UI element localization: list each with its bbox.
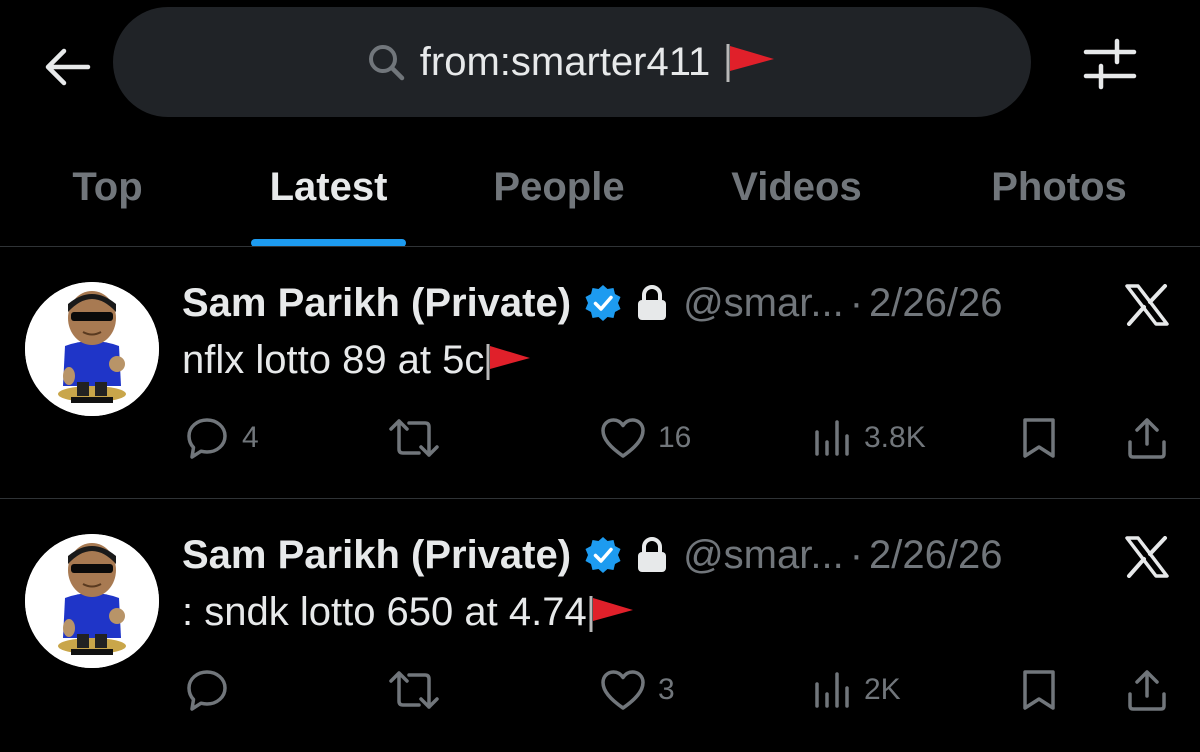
tweet-text-row[interactable]: nflx lotto 89 at 5c bbox=[182, 338, 534, 383]
separator-dot: · bbox=[849, 280, 864, 325]
verified-badge-icon bbox=[583, 283, 623, 323]
like-button[interactable]: 16 bbox=[600, 410, 691, 466]
author-name[interactable]: Sam Parikh (Private) bbox=[182, 281, 571, 326]
tweet-text-row[interactable]: : sndk lotto 650 at 4.74 bbox=[182, 590, 637, 635]
like-icon bbox=[601, 418, 645, 458]
view-count: 3.8K bbox=[864, 421, 926, 454]
tweet-actions: 4 16 3.8K bbox=[0, 410, 1200, 466]
red-flag-icon bbox=[589, 595, 633, 632]
tabs-divider bbox=[0, 246, 1200, 247]
avatar[interactable] bbox=[25, 534, 159, 668]
author-name[interactable]: Sam Parikh (Private) bbox=[182, 533, 571, 578]
x-logo-icon[interactable] bbox=[1122, 280, 1172, 330]
repost-button[interactable] bbox=[387, 410, 453, 466]
views-button[interactable]: 2K bbox=[812, 662, 901, 718]
separator-dot: · bbox=[849, 532, 864, 577]
like-icon bbox=[601, 670, 645, 710]
like-button[interactable]: 3 bbox=[600, 662, 675, 718]
tweet-header: Sam Parikh (Private) @smar... · 2/26/26 bbox=[182, 530, 1002, 580]
search-filter-button[interactable] bbox=[1080, 36, 1140, 92]
like-count: 3 bbox=[658, 673, 675, 706]
search-content: from:smarter411 bbox=[366, 40, 778, 85]
repost-button[interactable] bbox=[387, 662, 453, 718]
tweet-divider bbox=[0, 498, 1200, 499]
tweet-date[interactable]: 2/26/26 bbox=[869, 533, 1002, 578]
search-bar[interactable]: from:smarter411 bbox=[113, 7, 1031, 117]
like-count: 16 bbox=[658, 421, 692, 454]
reply-button[interactable] bbox=[184, 662, 242, 718]
share-button[interactable] bbox=[1126, 662, 1168, 718]
lock-icon bbox=[635, 536, 669, 574]
tab-latest[interactable]: Latest bbox=[240, 135, 417, 239]
tweet[interactable]: Sam Parikh (Private) @smar... · 2/26/26 … bbox=[0, 502, 1200, 752]
author-handle[interactable]: @smar... bbox=[683, 533, 844, 578]
verified-badge-icon bbox=[583, 535, 623, 575]
search-tabs: Top Latest People Videos Photos bbox=[0, 135, 1200, 247]
tweet-text: nflx lotto 89 at 5c bbox=[182, 338, 485, 382]
share-icon bbox=[1128, 418, 1166, 459]
tab-videos[interactable]: Videos bbox=[705, 135, 888, 239]
reply-button[interactable]: 4 bbox=[184, 410, 259, 466]
avatar[interactable] bbox=[25, 282, 159, 416]
red-flag-icon bbox=[486, 343, 531, 380]
share-button[interactable] bbox=[1126, 410, 1168, 466]
filter-sliders-icon bbox=[1083, 38, 1137, 90]
lock-icon bbox=[635, 284, 669, 322]
repost-icon bbox=[389, 419, 439, 457]
author-handle[interactable]: @smar... bbox=[683, 281, 844, 326]
bookmark-icon bbox=[1023, 418, 1055, 458]
tweet-header: Sam Parikh (Private) @smar... · 2/26/26 bbox=[182, 278, 1002, 328]
x-logo-icon[interactable] bbox=[1122, 532, 1172, 582]
share-icon bbox=[1128, 670, 1166, 711]
tweet-actions: 3 2K bbox=[0, 662, 1200, 718]
bookmark-button[interactable] bbox=[1020, 662, 1058, 718]
views-button[interactable]: 3.8K bbox=[812, 410, 926, 466]
bobblehead-avatar-image bbox=[25, 534, 159, 668]
reply-icon bbox=[187, 418, 227, 459]
back-arrow-icon bbox=[45, 48, 91, 86]
bookmark-icon bbox=[1023, 670, 1055, 710]
reply-icon bbox=[187, 670, 227, 711]
tab-photos[interactable]: Photos bbox=[965, 135, 1153, 239]
search-icon bbox=[368, 45, 405, 81]
tab-people[interactable]: People bbox=[470, 135, 648, 239]
search-query[interactable]: from:smarter411 bbox=[420, 40, 710, 85]
top-bar: from:smarter411 bbox=[0, 0, 1200, 135]
views-icon bbox=[815, 672, 849, 708]
bobblehead-avatar-image bbox=[25, 282, 159, 416]
tab-top[interactable]: Top bbox=[30, 135, 185, 239]
views-icon bbox=[815, 420, 849, 456]
red-flag-icon bbox=[726, 44, 775, 82]
tweet-text: : sndk lotto 650 at 4.74 bbox=[182, 590, 587, 634]
back-button[interactable] bbox=[40, 40, 94, 94]
bookmark-button[interactable] bbox=[1020, 410, 1058, 466]
tweet-date[interactable]: 2/26/26 bbox=[869, 281, 1002, 326]
reply-count: 4 bbox=[242, 421, 259, 454]
view-count: 2K bbox=[864, 673, 901, 706]
tweet[interactable]: Sam Parikh (Private) @smar... · 2/26/26 … bbox=[0, 250, 1200, 500]
repost-icon bbox=[389, 671, 439, 709]
